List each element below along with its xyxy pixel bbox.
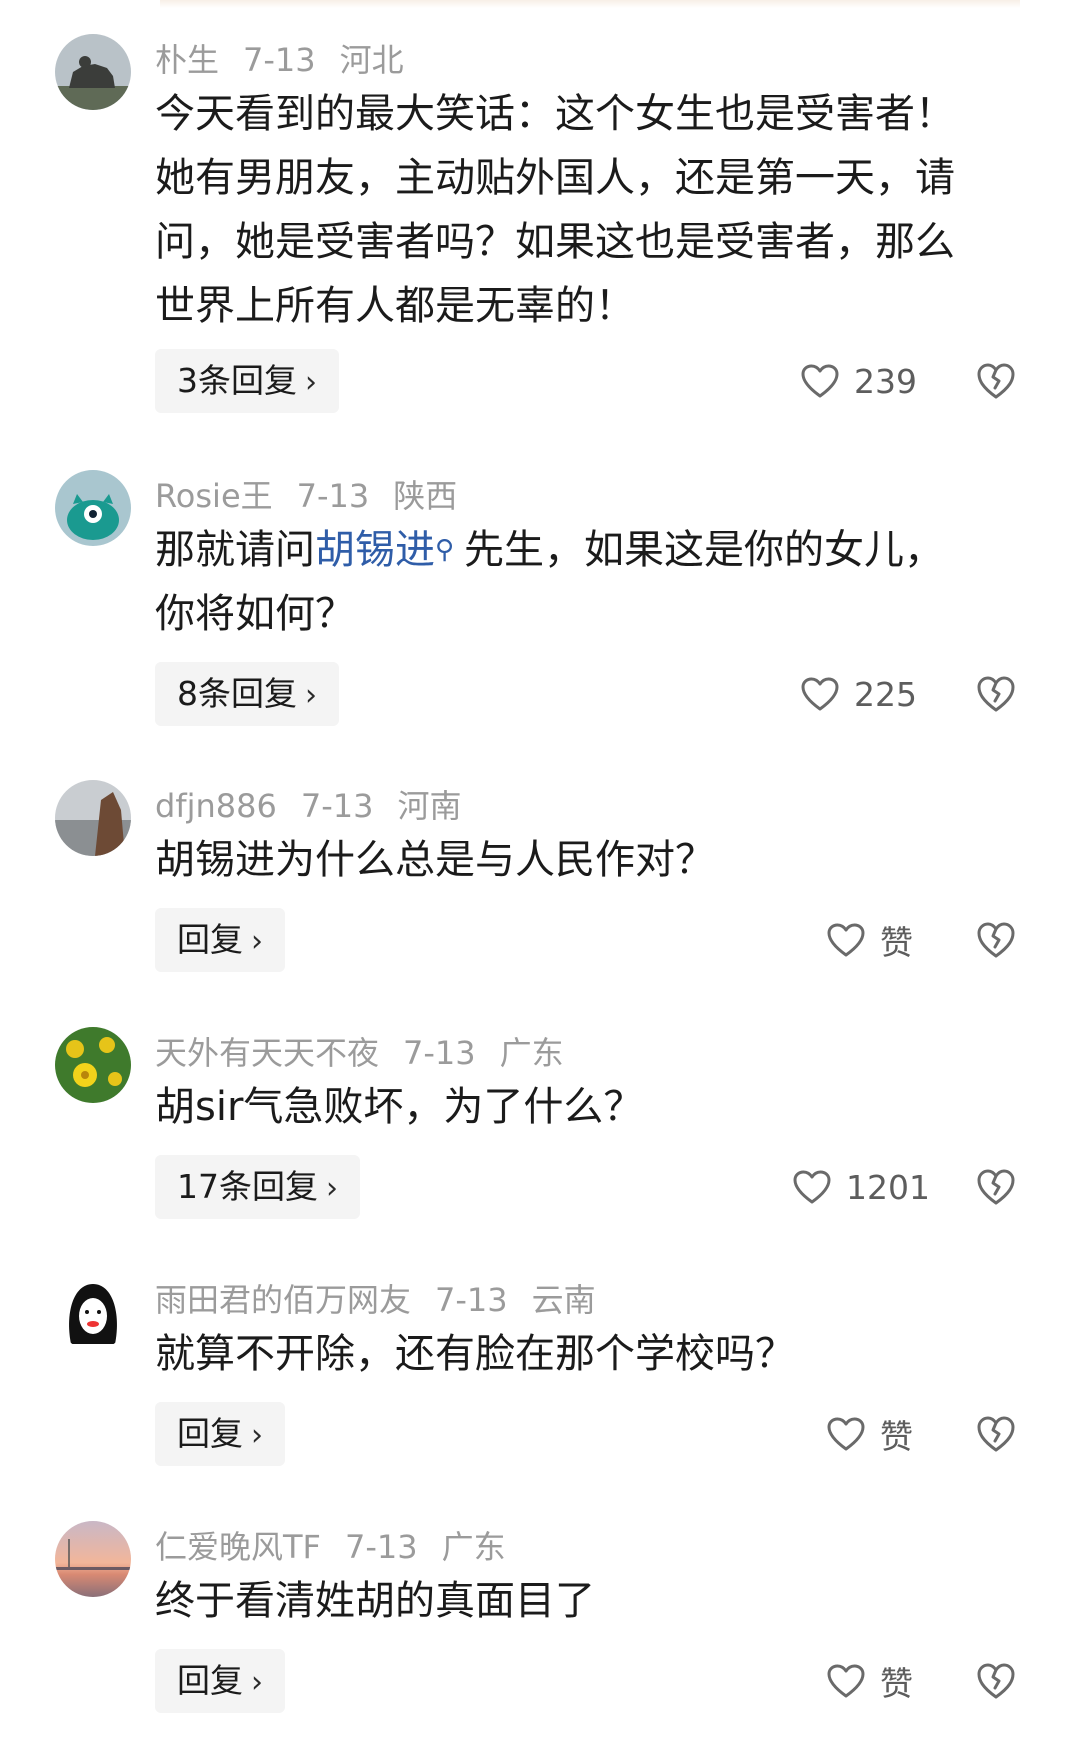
comment-location: 广东	[441, 1528, 506, 1566]
reply-label: 回复	[177, 920, 243, 959]
chevron-right-icon: ›	[305, 678, 317, 713]
comment-location: 河北	[339, 41, 404, 79]
comment-date: 7-13	[435, 1281, 508, 1319]
comment-text-line: 她有男朋友，主动贴外国人，还是第一天，请	[155, 155, 955, 201]
comment-date: 7-13	[296, 477, 370, 515]
reply-button[interactable]: 回复 ›	[155, 1402, 285, 1466]
broken-heart-icon[interactable]	[974, 1412, 1018, 1456]
like-count: 赞	[880, 1664, 913, 1703]
comment-text: 就算不开除，还有脸在那个学校吗？	[155, 1322, 1015, 1386]
comment-text-segment: 那就请问	[155, 527, 315, 573]
reply-button[interactable]: 3条回复 ›	[155, 349, 339, 413]
comment-text-line: 终于看清姓胡的真面目了	[155, 1578, 595, 1624]
chevron-right-icon: ›	[305, 365, 317, 400]
username[interactable]: 天外有天天不夜	[155, 1034, 379, 1072]
mention-link[interactable]: 胡锡进	[315, 527, 435, 573]
comment-meta: 仁爱晚风TF 7-13 广东	[155, 1527, 530, 1567]
broken-heart-icon[interactable]	[974, 1659, 1018, 1703]
comment-date: 7-13	[300, 787, 374, 825]
like-count: 赞	[880, 923, 913, 962]
comment-meta: 雨田君的佰万网友 7-13 云南	[155, 1280, 620, 1320]
comment-meta: dfjn886 7-13 河南	[155, 786, 485, 826]
comment-meta: 天外有天天不夜 7-13 广东	[155, 1033, 588, 1073]
like-button[interactable]: 239	[800, 349, 917, 413]
broken-heart-icon[interactable]	[974, 1165, 1018, 1209]
chevron-right-icon: ›	[251, 924, 263, 959]
heart-outline-icon	[827, 923, 865, 957]
heart-outline-icon	[827, 1417, 865, 1451]
heart-outline-icon	[793, 1170, 831, 1204]
comment-meta: 朴生 7-13 河北	[155, 40, 428, 80]
comment-location: 广东	[499, 1034, 564, 1072]
comment-text-line: 就算不开除，还有脸在那个学校吗？	[155, 1331, 795, 1377]
reply-button[interactable]: 回复 ›	[155, 1649, 285, 1713]
heart-outline-icon	[801, 677, 839, 711]
avatar[interactable]	[55, 1027, 131, 1103]
chevron-right-icon: ›	[326, 1171, 338, 1206]
like-button[interactable]: 赞	[826, 1402, 913, 1466]
reply-label: 8条回复	[177, 674, 297, 713]
username[interactable]: dfjn886	[155, 787, 277, 825]
avatar[interactable]	[55, 34, 131, 110]
comment-location: 河南	[397, 787, 462, 825]
like-button[interactable]: 赞	[826, 908, 913, 972]
like-count: 1201	[846, 1167, 930, 1207]
comment-text-line: 那就请问胡锡进⚲ 先生，如果这是你的女儿，	[155, 518, 1015, 582]
username[interactable]: 雨田君的佰万网友	[155, 1281, 411, 1319]
comment-text: 胡锡进为什么总是与人民作对？	[155, 828, 1015, 892]
chevron-right-icon: ›	[251, 1418, 263, 1453]
heart-outline-icon	[827, 1664, 865, 1698]
comment-date: 7-13	[403, 1034, 476, 1072]
like-count: 239	[854, 361, 917, 401]
comment-text: 今天看到的最大笑话：这个女生也是受害者！ 她有男朋友，主动贴外国人，还是第一天，…	[155, 82, 1015, 338]
search-icon[interactable]: ⚲	[435, 535, 454, 565]
comment-text: 那就请问胡锡进⚲ 先生，如果这是你的女儿， 你将如何？	[155, 518, 1015, 646]
comment-meta: Rosie王 7-13 陕西	[155, 476, 481, 516]
reply-label: 回复	[177, 1661, 243, 1700]
comment-location: 云南	[531, 1281, 596, 1319]
comment-text: 胡sir气急败坏，为了什么？	[155, 1075, 1015, 1139]
comment-text-line: 胡sir气急败坏，为了什么？	[155, 1084, 644, 1130]
chevron-right-icon: ›	[251, 1665, 263, 1700]
avatar[interactable]	[55, 780, 131, 856]
reply-button[interactable]: 回复 ›	[155, 908, 285, 972]
comment-text: 终于看清姓胡的真面目了	[155, 1569, 1015, 1633]
username[interactable]: Rosie王	[155, 477, 273, 515]
avatar[interactable]	[55, 1521, 131, 1597]
comment-date: 7-13	[344, 1528, 418, 1566]
reply-button[interactable]: 8条回复 ›	[155, 662, 339, 726]
like-count: 225	[854, 674, 917, 714]
reply-label: 3条回复	[177, 361, 297, 400]
reply-label: 17条回复	[177, 1167, 318, 1206]
broken-heart-icon[interactable]	[974, 918, 1018, 962]
comment-text-line: 问，她是受害者吗？如果这也是受害者，那么	[155, 219, 955, 265]
username[interactable]: 朴生	[155, 41, 219, 79]
like-button[interactable]: 赞	[826, 1649, 913, 1713]
reply-button[interactable]: 17条回复 ›	[155, 1155, 360, 1219]
like-button[interactable]: 225	[800, 662, 917, 726]
comment-text-line: 世界上所有人都是无辜的！	[155, 283, 635, 329]
like-button[interactable]: 1201	[792, 1155, 930, 1219]
avatar[interactable]	[55, 470, 131, 546]
comment-text-line: 胡锡进为什么总是与人民作对？	[155, 837, 715, 883]
reply-label: 回复	[177, 1414, 243, 1453]
username[interactable]: 仁爱晚风TF	[155, 1528, 321, 1566]
comment-text-segment: 先生，如果这是你的女儿，	[464, 527, 945, 573]
like-count: 赞	[880, 1417, 913, 1456]
heart-outline-icon	[801, 364, 839, 398]
avatar[interactable]	[55, 1274, 131, 1350]
comment-text-line: 今天看到的最大笑话：这个女生也是受害者！	[155, 91, 955, 137]
top-divider	[160, 0, 1020, 8]
comment-location: 陕西	[393, 477, 458, 515]
broken-heart-icon[interactable]	[974, 359, 1018, 403]
comment-date: 7-13	[243, 41, 316, 79]
comment-text-line: 你将如何？	[155, 591, 355, 637]
broken-heart-icon[interactable]	[974, 672, 1018, 716]
